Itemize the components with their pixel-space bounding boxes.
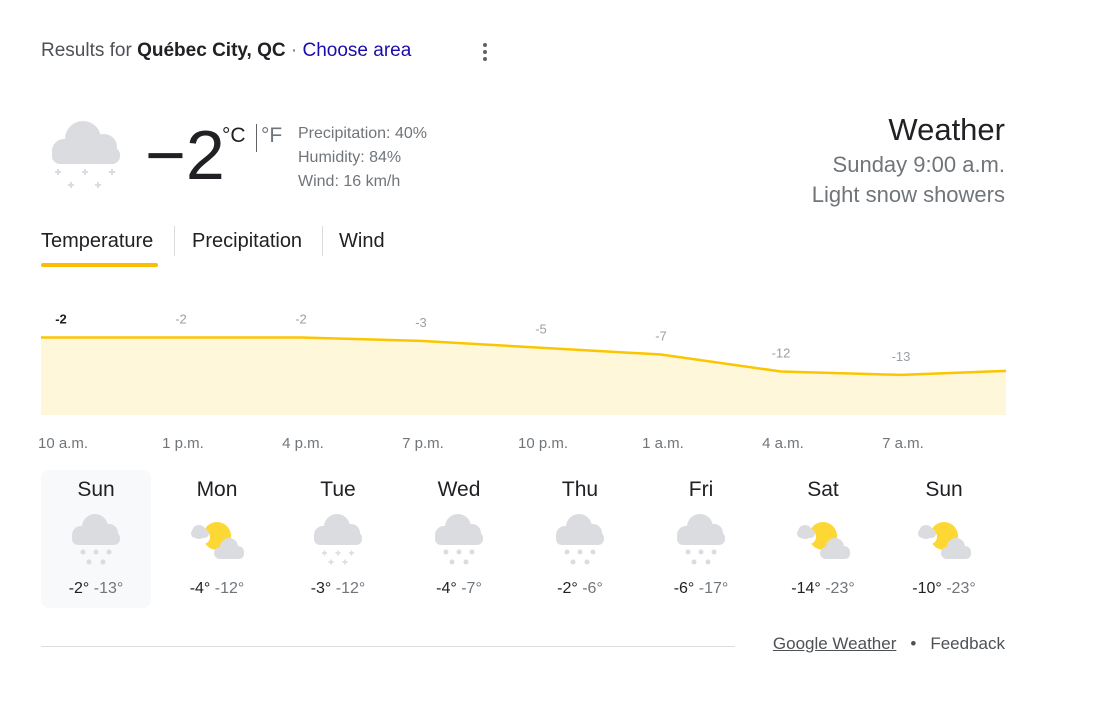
active-tab-indicator — [41, 263, 158, 267]
wind-value: Wind: 16 km/h — [298, 173, 401, 190]
day-forecast-0[interactable]: Sun -2° -13° — [41, 470, 151, 608]
weather-details: Precipitation: 40% Humidity: 84% Wind: 1… — [298, 122, 427, 194]
partly-cloudy-icon — [189, 510, 245, 566]
low-temperature: -7° — [461, 580, 482, 597]
footer-divider — [41, 646, 735, 647]
day-name: Sun — [77, 478, 115, 501]
high-temperature: -3° — [310, 580, 332, 597]
temperature-data-label: -12 — [772, 346, 791, 361]
low-temperature: -12° — [335, 580, 366, 597]
tab-divider — [322, 226, 323, 256]
day-forecast-2[interactable]: Tue -3° -12° — [283, 470, 393, 608]
footer-bullet: • — [910, 634, 917, 653]
snow-cloud-icon — [673, 510, 729, 566]
day-name: Thu — [561, 478, 599, 501]
partly-cloudy-icon — [795, 510, 851, 566]
day-name: Mon — [196, 478, 238, 501]
tab-divider — [174, 226, 175, 256]
day-name: Sat — [807, 478, 839, 501]
choose-area-link[interactable]: Choose area — [303, 40, 412, 61]
high-temperature: -4° — [189, 580, 211, 597]
chart-x-tick-label: 10 a.m. — [37, 435, 89, 452]
day-temperatures: -10° -23° — [889, 580, 999, 598]
day-forecast-5[interactable]: Fri -6° -17° — [646, 470, 756, 608]
high-temperature: -6° — [673, 580, 695, 597]
low-temperature: -23° — [825, 580, 855, 597]
temperature-area — [41, 337, 1006, 415]
chart-x-tick-label: 4 p.m. — [282, 435, 324, 452]
unit-separator — [256, 124, 257, 152]
temperature-data-label: -7 — [655, 329, 667, 344]
chart-x-tick-label: 7 p.m. — [402, 435, 444, 452]
snow-cloud-icon — [310, 510, 366, 566]
temperature-data-label: -3 — [415, 315, 427, 330]
high-temperature: -2° — [68, 580, 90, 597]
day-forecast-6[interactable]: Sat -14° -23° — [768, 470, 878, 608]
tab-wind[interactable]: Wind — [339, 226, 385, 256]
chart-x-tick-label: 4 a.m. — [762, 435, 804, 452]
feedback-link[interactable]: Feedback — [930, 634, 1005, 653]
weather-time: Sunday 9:00 a.m. — [832, 152, 1005, 177]
low-temperature: -17° — [698, 580, 729, 597]
weather-condition: Light snow showers — [811, 182, 1005, 207]
separator-dot: · — [290, 40, 298, 61]
high-temperature: -4° — [436, 580, 457, 597]
chart-x-tick-label: 1 a.m. — [642, 435, 684, 452]
results-for-header: Results for Québec City, QC · Choose are… — [41, 40, 411, 62]
high-temperature: -14° — [791, 580, 821, 597]
temperature-data-label: -2 — [295, 312, 307, 327]
current-temperature: −2 — [145, 116, 225, 194]
low-temperature: -12° — [214, 580, 245, 597]
snow-cloud-icon — [431, 510, 487, 566]
high-temperature: -2° — [557, 580, 578, 597]
day-temperatures: -4° -12° — [162, 580, 272, 598]
temperature-data-label: -2 — [175, 312, 187, 327]
humidity-value: Humidity: 84% — [298, 149, 402, 166]
day-forecast-1[interactable]: Mon -4° -12° — [162, 470, 272, 608]
day-temperatures: -6° -17° — [646, 580, 756, 598]
precipitation-value: Precipitation: 40% — [298, 125, 427, 142]
snow-cloud-icon — [68, 510, 124, 566]
weather-title: Weather — [888, 112, 1005, 147]
tab-temperature[interactable]: Temperature — [41, 226, 153, 256]
partly-cloudy-icon — [916, 510, 972, 566]
low-temperature: -13° — [93, 580, 124, 597]
temperature-data-label: -13 — [892, 349, 911, 364]
day-temperatures: -14° -23° — [768, 580, 878, 598]
snow-cloud-icon — [552, 510, 608, 566]
temperature-data-label: -2 — [55, 312, 67, 327]
chart-x-tick-label: 1 p.m. — [162, 435, 204, 452]
low-temperature: -23° — [946, 580, 976, 597]
day-temperatures: -2° -13° — [41, 580, 151, 598]
snow-cloud-icon — [52, 121, 120, 188]
day-temperatures: -3° -12° — [283, 580, 393, 598]
day-temperatures: -2° -6° — [525, 580, 635, 598]
day-name: Wed — [437, 478, 481, 501]
tab-precipitation[interactable]: Precipitation — [192, 226, 302, 256]
chart-x-tick-label: 7 a.m. — [882, 435, 924, 452]
day-name: Fri — [688, 478, 714, 501]
celsius-toggle[interactable]: °C — [222, 124, 246, 148]
temperature-data-label: -5 — [535, 322, 547, 337]
temperature-chart: -2 -2 -2 -3 -5 -7 -12 -13 — [41, 312, 1006, 415]
day-forecast-7[interactable]: Sun -10° -23° — [889, 470, 999, 608]
day-forecast-4[interactable]: Thu -2° -6° — [525, 470, 635, 608]
day-forecast-3[interactable]: Wed -4° -7° — [404, 470, 514, 608]
footer: Google Weather • Feedback — [773, 634, 1005, 654]
day-temperatures: -4° -7° — [404, 580, 514, 598]
more-options-icon[interactable] — [474, 40, 496, 64]
google-weather-link[interactable]: Google Weather — [773, 634, 896, 653]
day-name: Sun — [925, 478, 963, 501]
low-temperature: -6° — [582, 580, 603, 597]
chart-x-tick-label: 10 p.m. — [517, 435, 569, 452]
location-name: Québec City, QC — [137, 40, 286, 61]
day-name: Tue — [320, 478, 356, 501]
results-prefix: Results for — [41, 40, 132, 61]
high-temperature: -10° — [912, 580, 942, 597]
fahrenheit-toggle[interactable]: °F — [261, 124, 282, 148]
